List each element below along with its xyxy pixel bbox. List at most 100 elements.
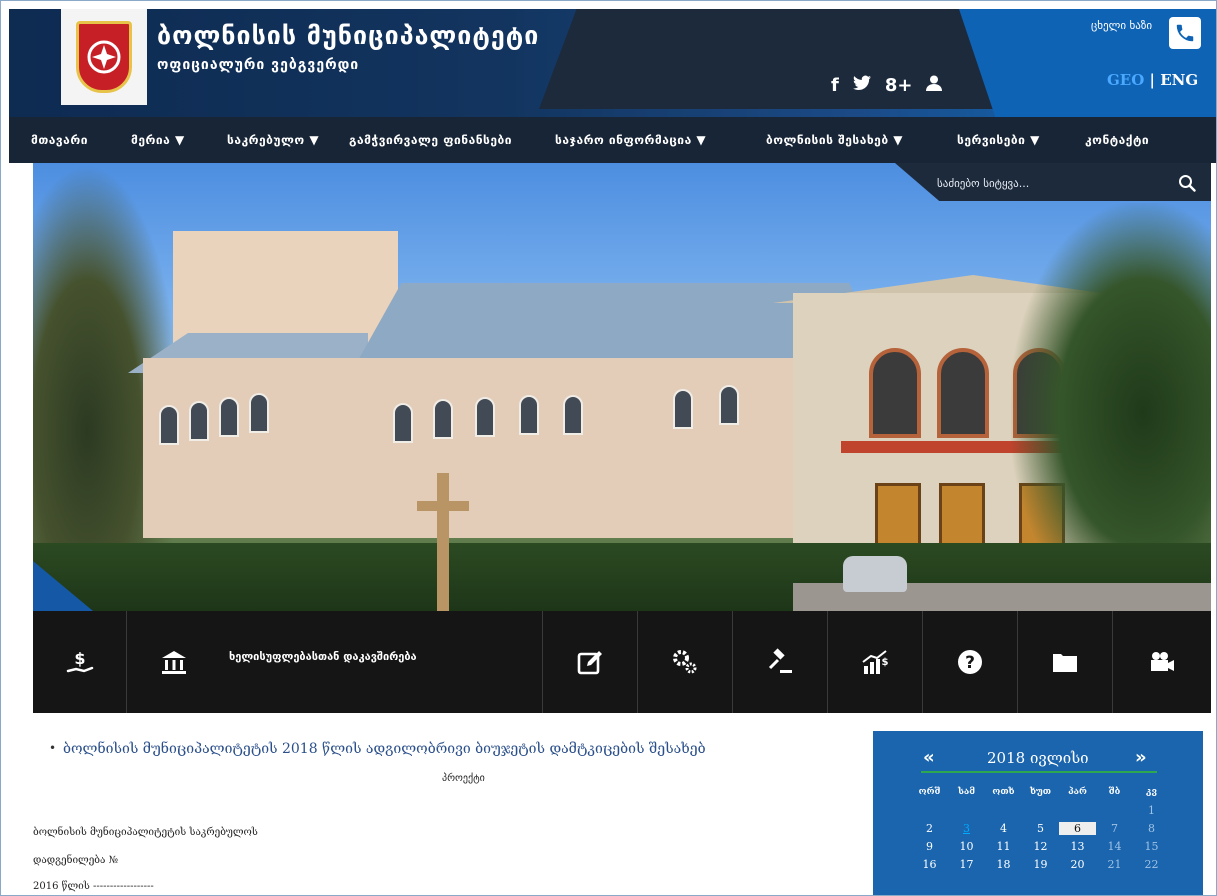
calendar-day: 2 bbox=[926, 821, 933, 835]
calendar-day: 10 bbox=[959, 839, 974, 853]
facebook-icon[interactable]: f bbox=[831, 75, 839, 96]
calendar-weekday: სამ bbox=[957, 787, 976, 797]
service-application[interactable] bbox=[543, 611, 638, 713]
calendar-day: 15 bbox=[1144, 839, 1159, 853]
calendar-weekday: პარ bbox=[1068, 787, 1087, 797]
folder-icon bbox=[1053, 654, 1077, 672]
hero-window bbox=[159, 405, 179, 445]
calendar-day: 5 bbox=[1037, 821, 1044, 835]
google-plus-icon[interactable]: 8+ bbox=[885, 75, 913, 96]
service-video[interactable] bbox=[1113, 611, 1211, 713]
site-title: ბოლნისის მუნიციპალიტეტი bbox=[157, 21, 540, 50]
service-contact-government-label: ხელისუფლებასთან დაკავშირება bbox=[229, 650, 417, 663]
svg-text:$: $ bbox=[882, 657, 889, 668]
project-label: პროექტი bbox=[442, 773, 485, 784]
phone-icon[interactable] bbox=[1169, 17, 1201, 49]
lang-eng-link[interactable]: ENG bbox=[1160, 71, 1198, 89]
search-icon[interactable] bbox=[1175, 171, 1199, 195]
calendar-day: 22 bbox=[1144, 857, 1159, 871]
news-link[interactable]: ბოლნისის მუნიციპალიტეტის 2018 წლის ადგილ… bbox=[49, 741, 706, 757]
calendar-grid: ორშ სამ ოთხ ხუთ პარ შბ კვ 1 2 3 4 5 6 7 … bbox=[911, 783, 1171, 873]
calendar-day: 14 bbox=[1107, 839, 1122, 853]
calendar-day: 13 bbox=[1070, 839, 1085, 853]
hero-building-main bbox=[143, 358, 863, 538]
svg-text:$: $ bbox=[74, 649, 85, 668]
lang-separator: | bbox=[1144, 71, 1161, 89]
calendar-day: 16 bbox=[922, 857, 937, 871]
municipality-logo[interactable] bbox=[61, 9, 147, 105]
calendar-week: 1 bbox=[911, 801, 1171, 819]
nav-item-services[interactable]: სერვისები ▼ bbox=[957, 133, 1040, 147]
calendar-day: 7 bbox=[1111, 821, 1118, 835]
hero-window bbox=[519, 395, 539, 435]
nav-item-contact[interactable]: კონტაქტი bbox=[1085, 133, 1149, 147]
hero-window bbox=[433, 399, 453, 439]
document-line: დადგენილება № bbox=[33, 855, 119, 866]
hero-window bbox=[475, 397, 495, 437]
calendar-weekday: ოთხ bbox=[992, 787, 1015, 797]
nav-item-home[interactable]: მთავარი bbox=[31, 133, 88, 147]
nav-item-transparent-finances[interactable]: გამჭვირვალე ფინანსები bbox=[349, 133, 512, 147]
service-contact-government[interactable]: ხელისუფლებასთან დაკავშირება bbox=[127, 611, 543, 713]
search-input[interactable] bbox=[937, 173, 1137, 193]
calendar-day: 21 bbox=[1107, 857, 1122, 871]
service-help[interactable]: ? bbox=[923, 611, 1018, 713]
service-economy[interactable]: $ bbox=[828, 611, 923, 713]
nav-item-city-hall[interactable]: მერია ▼ bbox=[131, 133, 185, 147]
government-building-icon bbox=[162, 651, 186, 674]
social-links: f 8+ bbox=[831, 75, 943, 96]
site-subtitle: ოფიციალური ვებგვერდი bbox=[157, 57, 360, 73]
nav-item-about[interactable]: ბოლნისის შესახებ ▼ bbox=[766, 133, 903, 147]
calendar-day: 12 bbox=[1033, 839, 1048, 853]
calendar-day: 8 bbox=[1148, 821, 1155, 835]
gavel-icon bbox=[768, 648, 792, 673]
twitter-icon[interactable] bbox=[852, 75, 871, 96]
hero-car bbox=[843, 556, 907, 592]
hero-window bbox=[393, 403, 413, 443]
hero-cross-bar bbox=[417, 501, 469, 511]
calendar-day: 17 bbox=[959, 857, 974, 871]
calendar-next-button[interactable]: » bbox=[1135, 747, 1147, 768]
service-settings[interactable] bbox=[638, 611, 733, 713]
hero-window bbox=[719, 385, 739, 425]
service-legal[interactable] bbox=[733, 611, 828, 713]
service-documents[interactable] bbox=[1018, 611, 1113, 713]
hero-image bbox=[33, 163, 1211, 611]
calendar-day: 11 bbox=[996, 839, 1011, 853]
site-header: ბოლნისის მუნიციპალიტეტი ოფიციალური ვებგვ… bbox=[9, 9, 1216, 117]
service-finance[interactable]: $ bbox=[33, 611, 127, 713]
calendar-weekday: კვ bbox=[1146, 787, 1157, 797]
nav-item-public-info[interactable]: საჯარო ინფორმაცია ▼ bbox=[555, 133, 706, 147]
calendar-prev-button[interactable]: « bbox=[923, 747, 935, 768]
hotline-label: ცხელი ხაზი bbox=[1091, 19, 1153, 32]
money-hand-icon: $ bbox=[66, 649, 93, 673]
nav-item-council[interactable]: საკრებულო ▼ bbox=[227, 133, 319, 147]
coat-of-arms-icon bbox=[76, 21, 132, 93]
calendar-day: 4 bbox=[1000, 821, 1007, 835]
edit-icon bbox=[577, 651, 602, 675]
calendar-weekday: ხუთ bbox=[1029, 787, 1052, 797]
calendar-weekday: შბ bbox=[1108, 787, 1121, 797]
document-line: 2016 წლის ------------------ bbox=[33, 881, 154, 892]
services-bar: $ ხელისუფლებასთან დაკავშირება $ ? bbox=[33, 611, 1211, 713]
user-icon[interactable] bbox=[926, 75, 943, 96]
calendar-header: « 2018 ივლისი » bbox=[873, 743, 1203, 773]
video-camera-icon bbox=[1151, 652, 1174, 671]
language-switcher: GEO | ENG bbox=[1107, 71, 1198, 89]
lang-geo-link[interactable]: GEO bbox=[1107, 71, 1144, 89]
event-calendar: « 2018 ივლისი » ორშ სამ ოთხ ხუთ პარ შბ კ… bbox=[873, 731, 1203, 895]
calendar-weekday-row: ორშ სამ ოთხ ხუთ პარ შბ კვ bbox=[911, 783, 1171, 801]
hero-window bbox=[189, 401, 209, 441]
hero-cross bbox=[437, 473, 449, 611]
calendar-day: 20 bbox=[1070, 857, 1085, 871]
document-line: ბოლნისის მუნიციპალიტეტის საკრებულოს bbox=[33, 827, 258, 838]
main-nav: მთავარი მერია ▼ საკრებულო ▼ გამჭვირვალე … bbox=[9, 117, 1216, 163]
calendar-day-today: 6 bbox=[1059, 821, 1096, 835]
hero-window bbox=[563, 395, 583, 435]
calendar-day-event-link[interactable]: 3 bbox=[948, 822, 985, 835]
chart-money-icon: $ bbox=[862, 650, 889, 674]
hero-window bbox=[219, 397, 239, 437]
calendar-week: 2 3 4 5 6 7 8 bbox=[911, 819, 1171, 837]
question-icon: ? bbox=[958, 650, 982, 674]
hero-window bbox=[673, 389, 693, 429]
